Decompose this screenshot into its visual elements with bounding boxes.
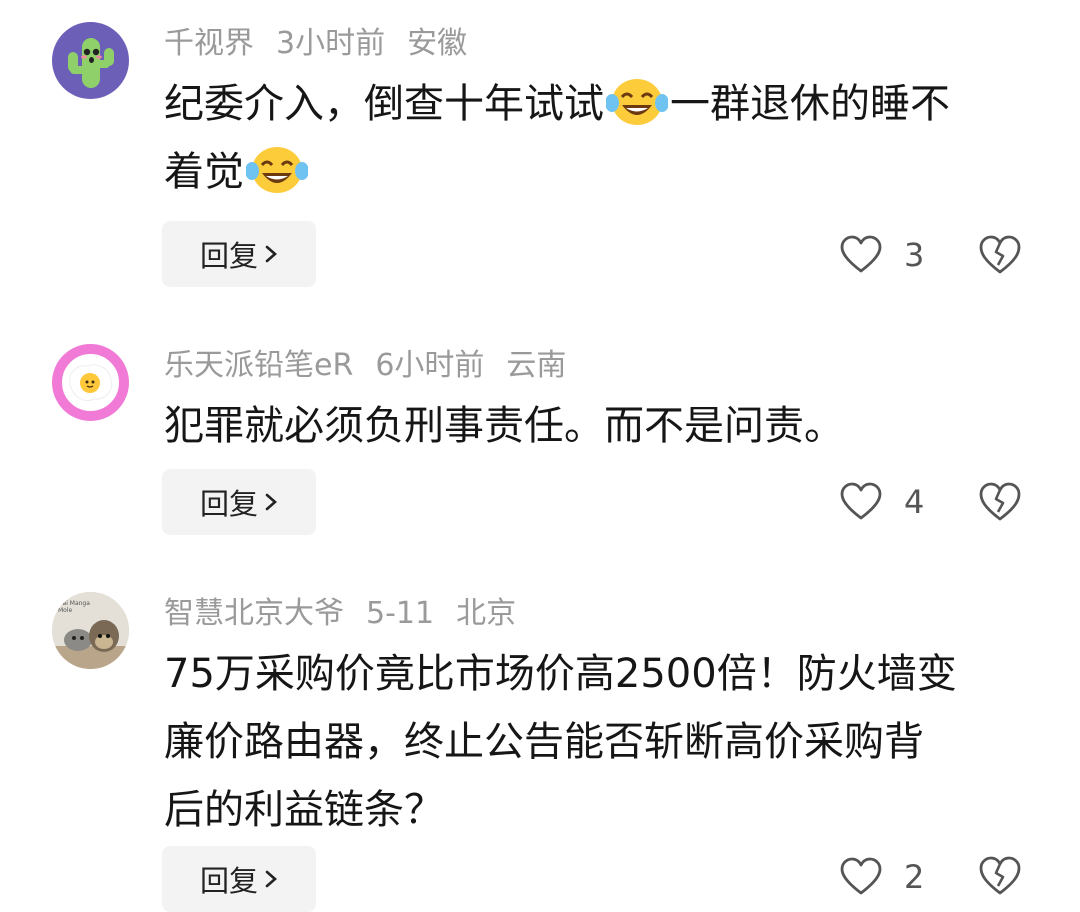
like-count: 2 [904, 858, 925, 896]
fried-egg-avatar-icon [69, 364, 113, 401]
comment-location: 安徽 [407, 26, 468, 61]
comment-meta: 智慧北京大爷 5-11 北京 [164, 594, 538, 634]
broken-heart-icon[interactable] [978, 233, 1022, 277]
comment-text-part: 纪委介入，倒查十年试试 [164, 81, 604, 127]
chevron-right-icon [265, 493, 277, 511]
reply-label: 回复 [199, 239, 258, 273]
comment-time: 3小时前 [276, 26, 386, 61]
comment-location: 云南 [506, 348, 567, 383]
like-count: 4 [904, 483, 925, 521]
like-count: 3 [904, 236, 925, 274]
username[interactable]: 乐天派铅笔eR [164, 348, 353, 383]
like-button[interactable]: 4 [840, 477, 924, 527]
comment-time: 6小时前 [375, 348, 485, 383]
avatar-caption: Hai Manga Mole [58, 600, 90, 614]
comment-text-line: 后的利益链条？ [164, 787, 444, 833]
user-avatar[interactable]: Hai Manga Mole [52, 592, 129, 669]
broken-heart-icon[interactable] [978, 480, 1022, 524]
comment-text: 纪委介入，倒查十年试试 一群退休的睡不着觉 [164, 70, 1034, 206]
comment-text: 75万采购价竟比市场价高2500倍！防火墙变 廉价路由器，终止公告能否斩断高价采… [164, 640, 1034, 844]
comment-text-line: 廉价路由器，终止公告能否斩断高价采购背 [164, 719, 924, 765]
comment-item: 千视界 3小时前 安徽 纪委介入，倒查十年试试 一群退休的睡不着觉 回复 3 [0, 0, 1080, 300]
like-button[interactable]: 2 [840, 852, 924, 902]
heart-icon [840, 857, 882, 895]
comment-location: 北京 [456, 596, 517, 631]
reply-button[interactable]: 回复 [162, 846, 316, 912]
comment-item: Hai Manga Mole 智慧北京大爷 5-11 北京 75万采购价竟比市场价高… [0, 570, 1080, 912]
comment-text: 犯罪就必须负刑事责任。而不是问责。 [164, 403, 844, 449]
reply-label: 回复 [199, 864, 258, 898]
user-avatar[interactable] [52, 344, 129, 421]
user-avatar[interactable] [52, 22, 129, 99]
chevron-right-icon [265, 870, 277, 888]
comment-text-line: 75万采购价竟比市场价高2500倍！防火墙变 [164, 651, 957, 697]
reply-button[interactable]: 回复 [162, 221, 316, 287]
heart-icon [840, 482, 882, 520]
comment-meta: 千视界 3小时前 安徽 [164, 24, 489, 64]
laugh-cry-emoji-icon [606, 79, 668, 125]
comment-meta: 乐天派铅笔eR 6小时前 云南 [164, 346, 588, 386]
username[interactable]: 千视界 [164, 26, 254, 61]
cactus-avatar-icon [68, 38, 114, 88]
laugh-cry-emoji-icon [246, 147, 308, 193]
reply-label: 回复 [199, 487, 258, 521]
broken-heart-icon[interactable] [978, 854, 1022, 898]
like-button[interactable]: 3 [840, 230, 924, 280]
comment-text-part: 着觉 [164, 149, 244, 195]
comment-text-part: 一群退休的睡不 [670, 81, 950, 127]
reply-button[interactable]: 回复 [162, 469, 316, 535]
chevron-right-icon [265, 245, 277, 263]
username[interactable]: 智慧北京大爷 [164, 596, 344, 631]
comment-item: 乐天派铅笔eR 6小时前 云南 犯罪就必须负刑事责任。而不是问责。 回复 4 [0, 320, 1080, 560]
heart-icon [840, 235, 882, 273]
comment-time: 5-11 [366, 596, 435, 631]
